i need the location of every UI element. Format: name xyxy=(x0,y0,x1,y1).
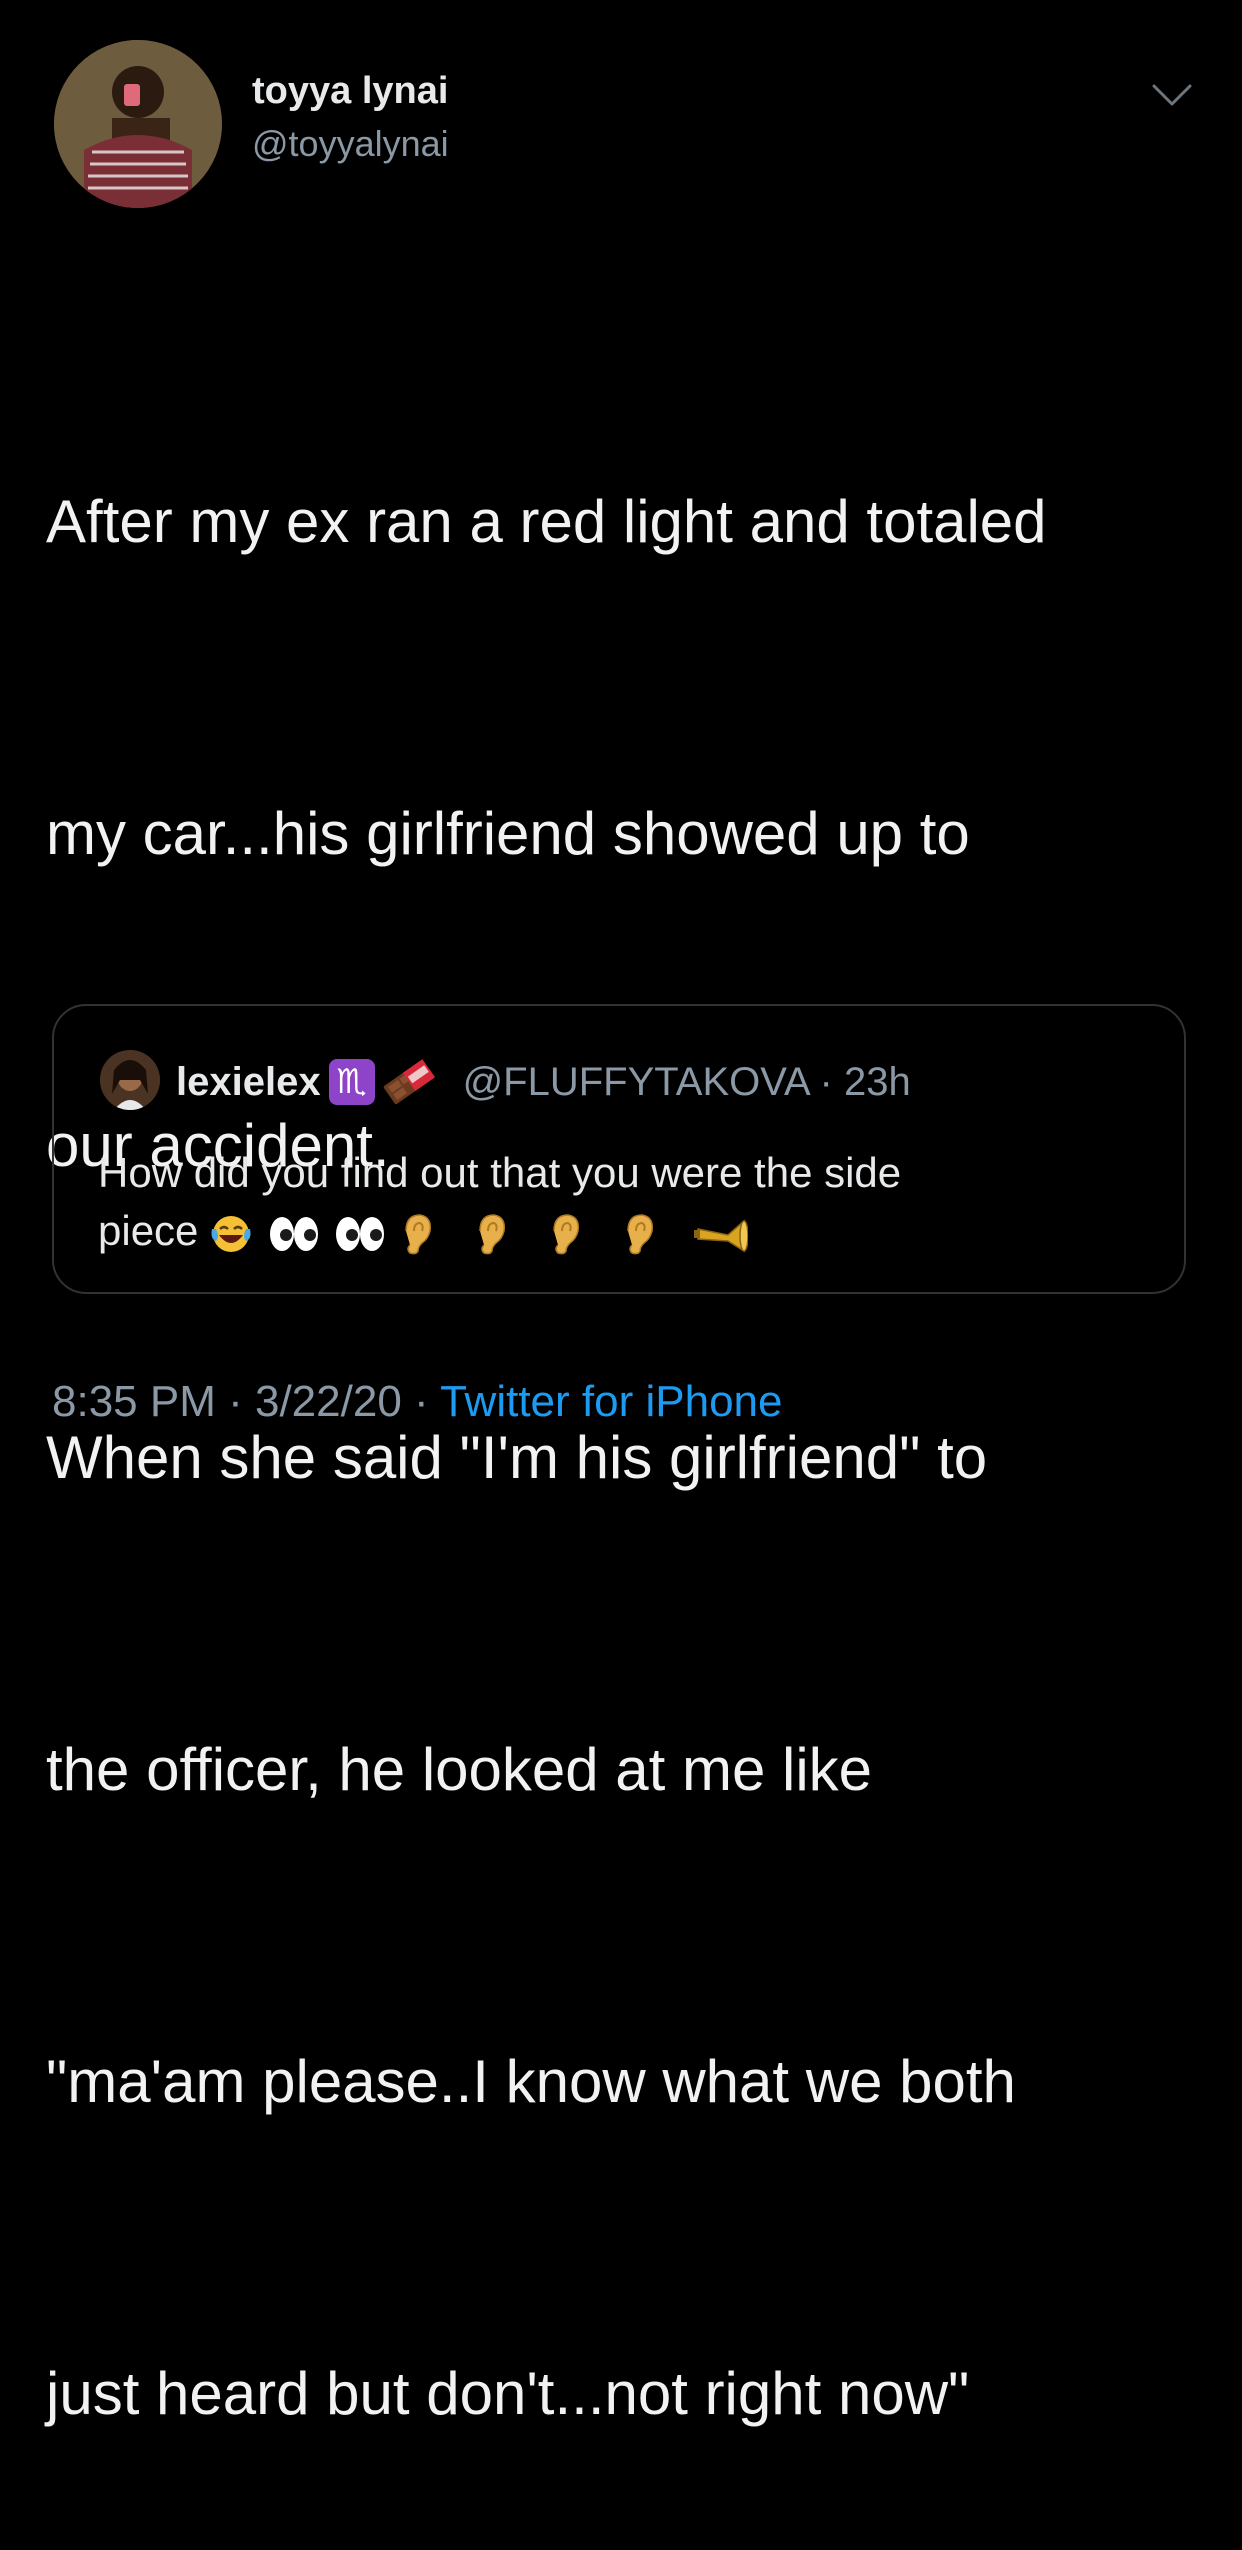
tweet-line: just heard but don't...not right now" xyxy=(46,2360,970,2427)
separator-dot: · xyxy=(401,1377,441,1426)
chocolate-bar-icon xyxy=(383,1059,435,1104)
author-display-name[interactable]: toyya lynai xyxy=(252,72,448,110)
eyes-icon xyxy=(270,1216,319,1251)
quoted-display-name[interactable]: lexielex xyxy=(176,1060,321,1105)
quoted-tweet-card[interactable]: lexielex ♏ @FLUFFYTAKOVA · 23h How did y… xyxy=(52,1004,1186,1294)
tweet-time[interactable]: 8:35 PM xyxy=(52,1377,216,1426)
postal-horn-icon xyxy=(694,1219,749,1253)
scorpio-icon: ♏ xyxy=(328,1059,375,1105)
tweet-line: "ma'am please..I know what we both xyxy=(46,2048,1016,2115)
author-handle[interactable]: @toyyalynai xyxy=(252,126,449,162)
laughing-tears-icon xyxy=(211,1215,251,1252)
emoji-row xyxy=(208,1211,758,1257)
ear-icon xyxy=(627,1214,654,1255)
author-avatar-image xyxy=(54,40,222,208)
eyes-icon xyxy=(336,1216,385,1251)
ear-icon xyxy=(553,1214,580,1255)
tweet-source-link[interactable]: Twitter for iPhone xyxy=(440,1377,782,1426)
ear-icon xyxy=(405,1214,432,1255)
quoted-avatar-image xyxy=(100,1050,160,1110)
quoted-text-piece: piece xyxy=(98,1207,199,1254)
quoted-text-line: How did you find out that you were the s… xyxy=(98,1149,902,1196)
tweet-line: my car...his girlfriend showed up to xyxy=(46,800,970,867)
tweet-line: the officer, he looked at me like xyxy=(46,1736,873,1803)
quoted-handle-time[interactable]: @FLUFFYTAKOVA · 23h xyxy=(463,1060,911,1105)
quoted-avatar xyxy=(100,1050,160,1110)
quoted-text: How did you find out that you were the s… xyxy=(98,1144,1158,1260)
chevron-down-icon[interactable] xyxy=(1150,80,1194,110)
quoted-text-line-2: piece xyxy=(98,1202,1158,1260)
separator-dot: · xyxy=(215,1377,255,1426)
ear-icon xyxy=(479,1214,506,1255)
author-avatar[interactable] xyxy=(54,40,222,208)
tweet-metadata: 8:35 PM · 3/22/20 · Twitter for iPhone xyxy=(52,1380,782,1424)
tweet-date[interactable]: 3/22/20 xyxy=(255,1377,402,1426)
quoted-header: lexielex ♏ @FLUFFYTAKOVA · 23h xyxy=(176,1058,911,1106)
tweet-line: After my ex ran a red light and totaled xyxy=(46,488,1047,555)
